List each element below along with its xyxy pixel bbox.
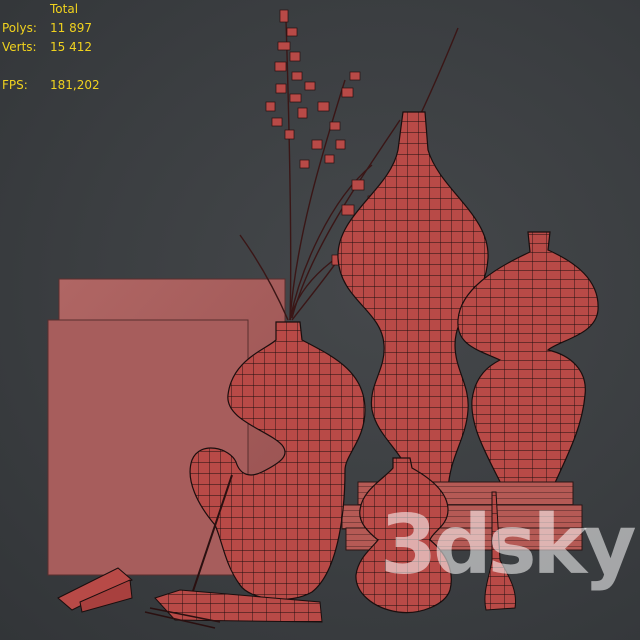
stats-header: Total (50, 2, 79, 16)
polys-value: 11 897 (50, 21, 92, 35)
watermark-logo: 3dsky (380, 498, 637, 593)
viewport-stats-overlay: Total Polys: 11 897 Verts: 15 412 FPS: 1… (0, 0, 110, 95)
fps-value: 181,202 (50, 78, 100, 92)
verts-label: Verts: (2, 40, 37, 54)
back-panel-front (47, 319, 249, 576)
3d-viewport[interactable]: Total Polys: 11 897 Verts: 15 412 FPS: 1… (0, 0, 640, 640)
verts-value: 15 412 (50, 40, 92, 54)
fps-label: FPS: (2, 78, 28, 92)
polys-label: Polys: (2, 21, 37, 35)
